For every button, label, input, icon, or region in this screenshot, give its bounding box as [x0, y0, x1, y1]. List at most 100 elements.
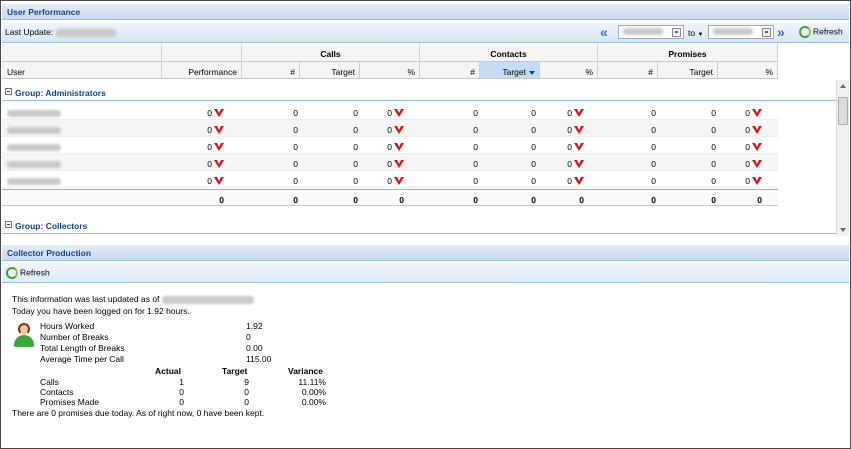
double-chevron-left-icon[interactable]: « [600, 25, 612, 39]
refresh-icon [799, 26, 811, 38]
cell-value: 0 [293, 142, 298, 152]
refresh-button[interactable]: Refresh [799, 26, 843, 38]
table-row[interactable]: 0000000000 [2, 120, 778, 137]
cell-value: 0 [207, 142, 212, 152]
cell-value: 0 [651, 176, 656, 186]
cell-value: 0 [293, 159, 298, 169]
date-range-to-label: to ▼ [688, 28, 703, 38]
cell-value: 0 [745, 142, 750, 152]
production-refresh-button[interactable]: Refresh [6, 267, 50, 279]
scrollbar-thumb[interactable] [838, 97, 848, 125]
column-contacts-target[interactable]: Target [480, 62, 540, 78]
cell-value: 0 [387, 125, 392, 135]
cell-contacts-p: 0 [534, 125, 584, 135]
column-promises-target[interactable]: Target [658, 62, 718, 78]
header-spacer-performance [162, 44, 242, 61]
cell-perf: 0 [174, 108, 224, 118]
red-down-chevron-icon [394, 109, 404, 117]
cell-calls-n: 0 [248, 195, 298, 205]
cell-calls-t: 0 [308, 142, 358, 152]
cell-contacts-n: 0 [428, 195, 478, 205]
grid-scrollbar[interactable] [836, 80, 849, 236]
column-promises-percent[interactable]: % [718, 62, 778, 78]
cell-calls-p: 0 [354, 142, 404, 152]
production-row-target: 0 [244, 397, 249, 407]
header-actual: Actual [155, 366, 181, 376]
column-calls-target[interactable]: Target [300, 62, 360, 78]
red-down-chevron-icon [214, 126, 224, 134]
cell-calls-n: 0 [248, 159, 298, 169]
calendar-icon[interactable] [762, 28, 771, 37]
last-update-label: Last Update: [5, 27, 54, 37]
cell-contacts-p: 0 [534, 108, 584, 118]
header-promises: Promises [598, 44, 778, 61]
user-performance-title: User Performance [2, 4, 849, 20]
chevron-down-icon[interactable]: ▼ [697, 32, 703, 38]
cell-value: 0 [387, 142, 392, 152]
header-calls: Calls [242, 44, 420, 61]
cell-contacts-p: 0 [534, 142, 584, 152]
group-label: Group: Collectors [15, 221, 88, 231]
collapse-icon[interactable] [5, 221, 12, 228]
start-date-field[interactable] [618, 25, 684, 39]
stat-label: Total Length of Breaks [40, 343, 125, 353]
red-down-chevron-icon [394, 126, 404, 134]
column-performance[interactable]: Performance [162, 62, 242, 78]
column-promises-count[interactable]: # [598, 62, 658, 78]
updated-line: This information was last updated as of [12, 294, 254, 304]
column-calls-percent[interactable]: % [360, 62, 420, 78]
production-row-actual: 0 [179, 387, 184, 397]
table-row[interactable]: 0000000000 [2, 171, 778, 188]
cell-contacts-t: 0 [486, 125, 536, 135]
column-calls-count[interactable]: # [242, 62, 300, 78]
collapse-icon[interactable] [5, 88, 12, 95]
cell-value: 0 [473, 125, 478, 135]
sort-desc-icon[interactable] [529, 70, 535, 75]
cell-value: 0 [745, 176, 750, 186]
column-contacts-count[interactable]: # [420, 62, 480, 78]
group-header-row[interactable]: Group: Administrators [2, 83, 836, 101]
cell-contacts-n: 0 [428, 159, 478, 169]
cell-contacts-n: 0 [428, 125, 478, 135]
red-down-chevron-icon [214, 177, 224, 185]
red-down-chevron-icon [574, 160, 584, 168]
cell-value: 0 [567, 142, 572, 152]
user-name-redacted [7, 142, 61, 152]
last-update-value-redacted [55, 28, 116, 37]
scroll-down-icon[interactable] [840, 228, 846, 232]
calendar-icon[interactable] [672, 28, 681, 37]
cell-promises-p: 0 [712, 108, 762, 118]
to-label-text: to [688, 28, 696, 38]
production-refresh-label: Refresh [20, 267, 50, 278]
avatar-head [18, 323, 30, 335]
refresh-icon [6, 267, 18, 279]
column-contacts-percent[interactable]: % [540, 62, 598, 78]
cell-value: 0 [567, 125, 572, 135]
scroll-up-icon[interactable] [840, 84, 846, 88]
cell-perf: 0 [174, 142, 224, 152]
cell-calls-p: 0 [354, 176, 404, 186]
cell-value: 0 [473, 142, 478, 152]
red-down-chevron-icon [214, 109, 224, 117]
table-row[interactable]: 0000000000 [2, 137, 778, 154]
cell-value: 0 [651, 125, 656, 135]
cell-promises-p: 0 [712, 142, 762, 152]
stat-value: 0 [246, 332, 251, 342]
group-header-row[interactable]: Group: Collectors [2, 216, 836, 234]
header-spacer [2, 44, 162, 61]
cell-value: 0 [567, 108, 572, 118]
user-performance-toolbar: Last Update: « to ▼ » Refresh [2, 22, 849, 43]
red-down-chevron-icon [752, 126, 762, 134]
table-row[interactable]: 0000000000 [2, 154, 778, 171]
double-chevron-right-icon[interactable]: » [777, 25, 789, 39]
cell-calls-t: 0 [308, 159, 358, 169]
cell-value: 0 [473, 176, 478, 186]
table-row[interactable]: 0000000000 [2, 103, 778, 120]
end-date-field[interactable] [708, 25, 774, 39]
cell-promises-n: 0 [606, 125, 656, 135]
cell-contacts-t: 0 [486, 176, 536, 186]
cell-value: 0 [473, 159, 478, 169]
column-user[interactable]: User [2, 62, 162, 78]
cell-calls-p: 0 [354, 108, 404, 118]
cell-contacts-t: 0 [486, 159, 536, 169]
